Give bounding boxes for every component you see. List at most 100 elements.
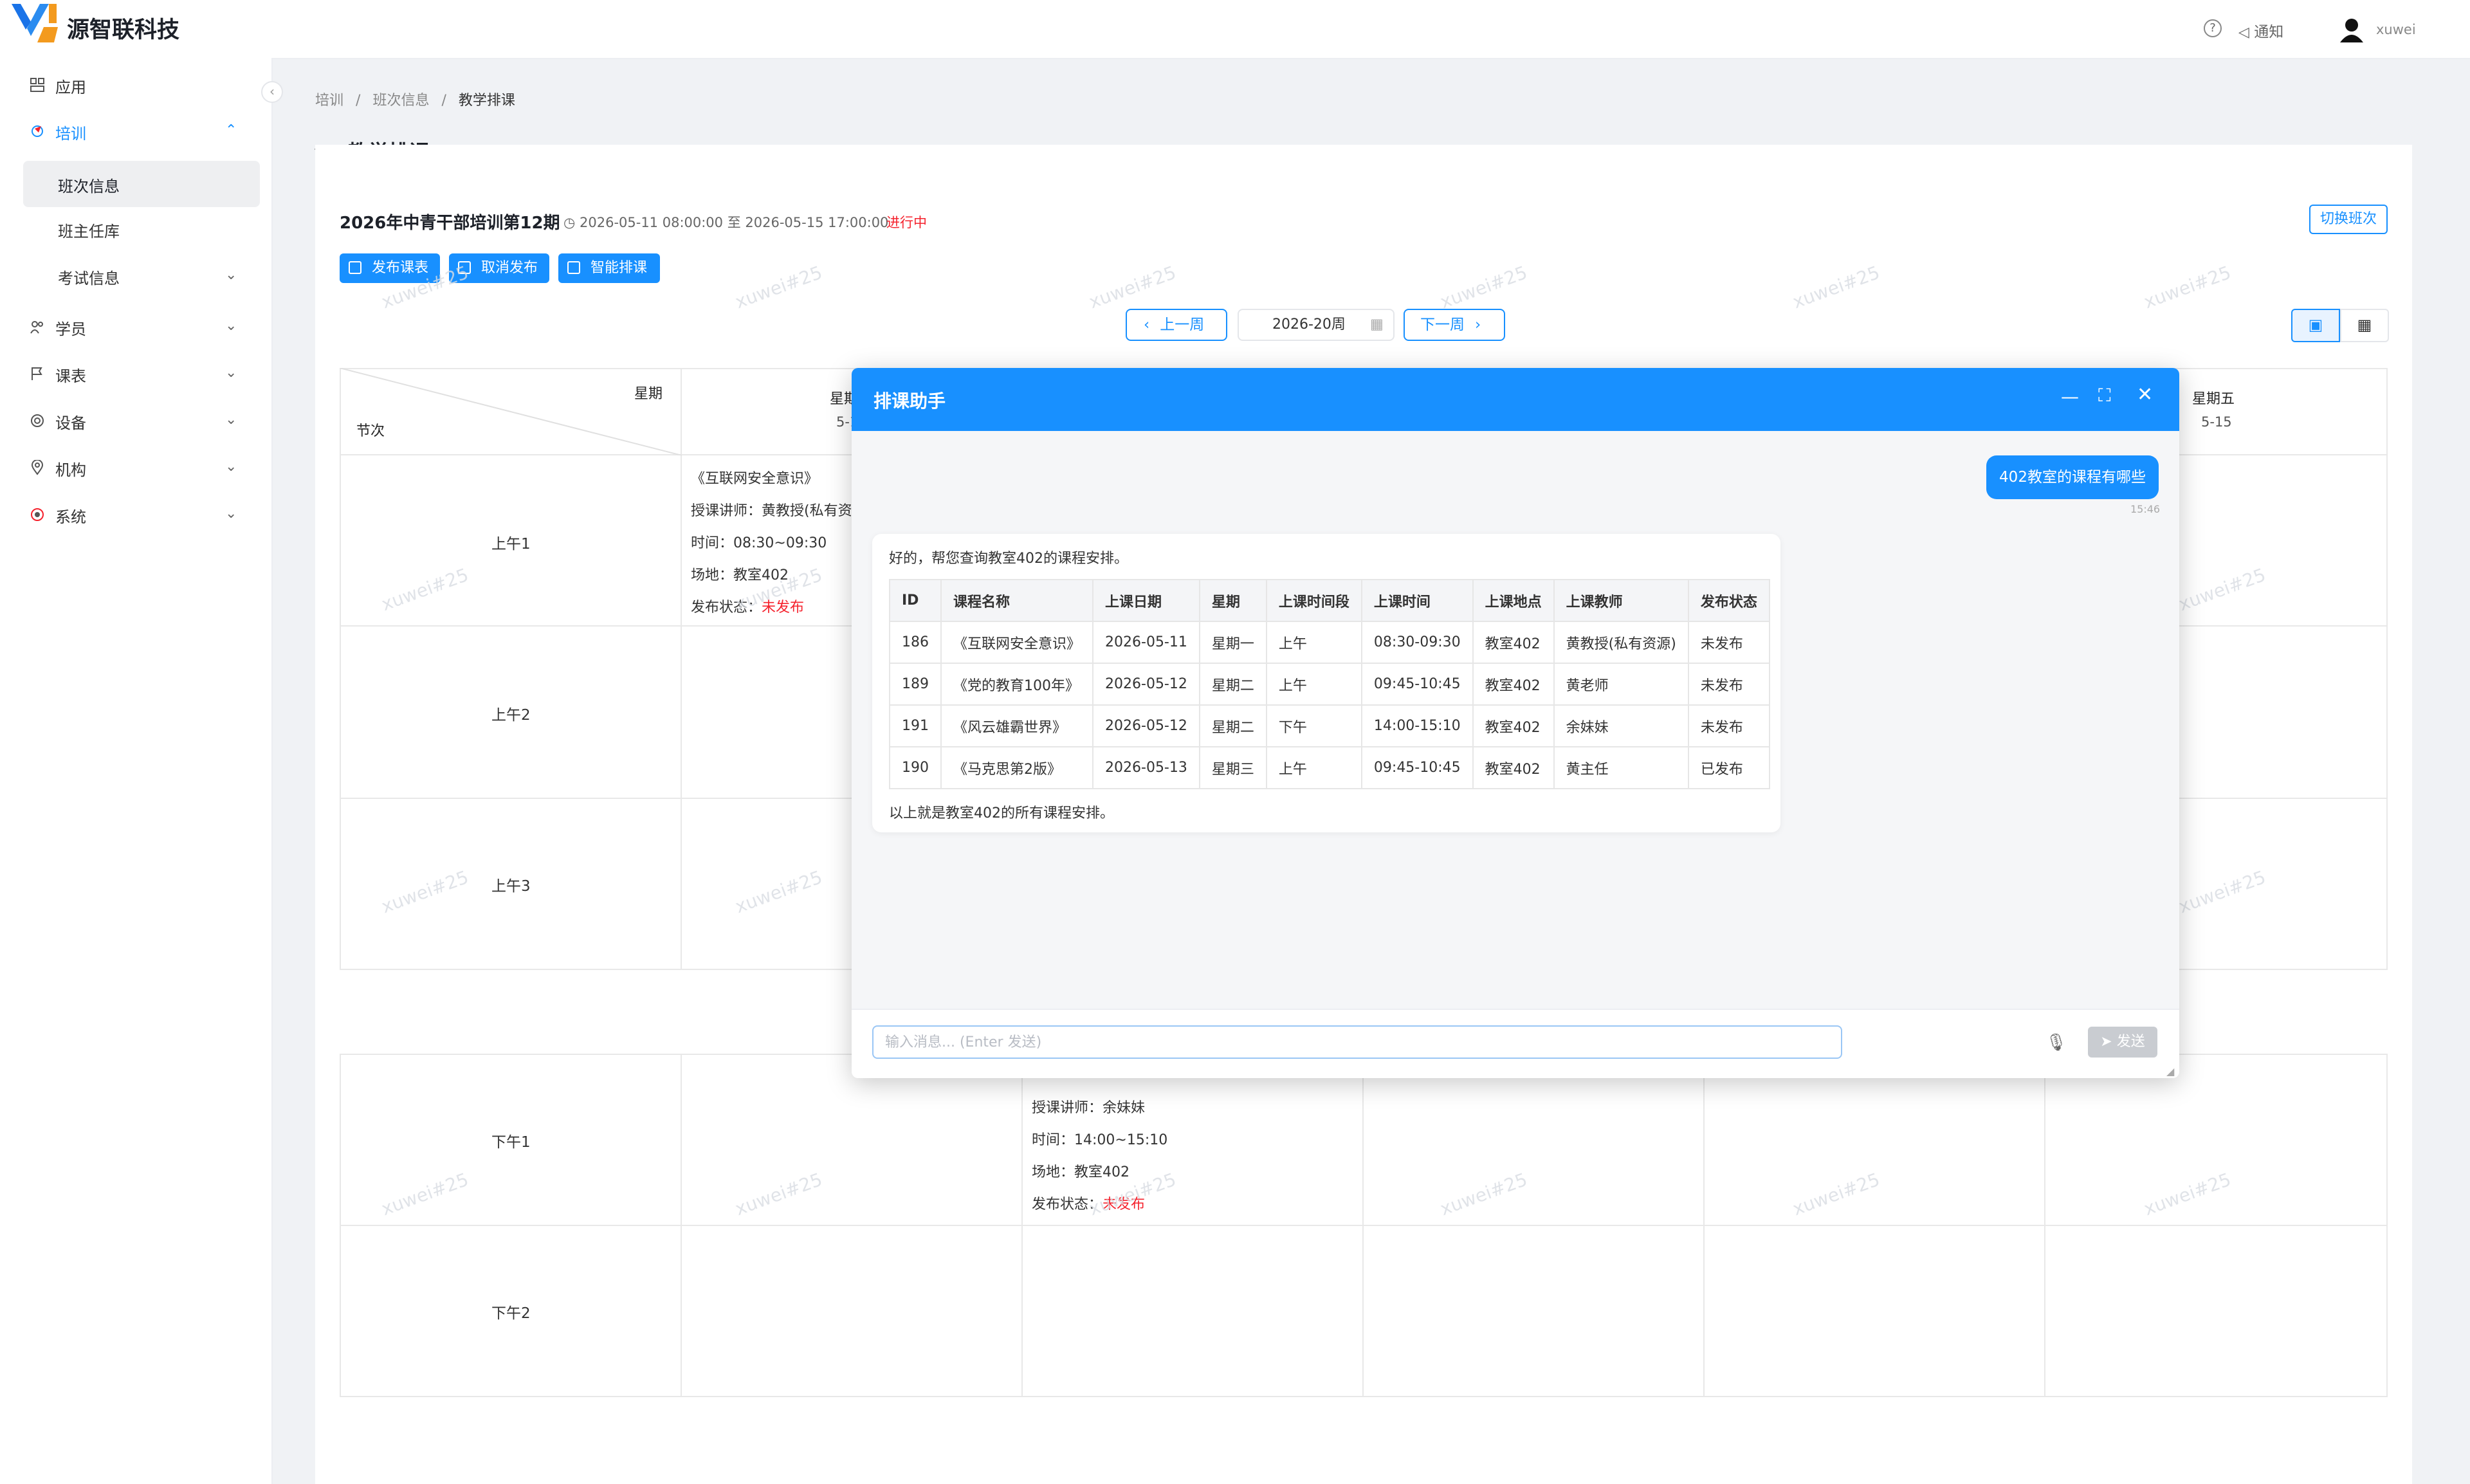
sidebar-item-label: 课表 (55, 367, 86, 385)
sidebar-item-label: 培训 (55, 125, 86, 143)
breadcrumb-current: 教学排课 (458, 93, 515, 109)
course-name: 《互联网安全意识》 (691, 471, 819, 487)
sidebar-item-students[interactable]: 学员 ⌄ (0, 304, 271, 350)
sidebar-item-training[interactable]: 培训 ⌃ (0, 108, 271, 154)
table-cell: 未发布 (1687, 704, 1770, 747)
unpublish-label: 取消发布 (481, 260, 538, 276)
column-header: ID (889, 579, 942, 622)
period-label: 上午2 (491, 707, 531, 724)
sidebar-item-class-info[interactable]: 班次信息 (23, 161, 260, 207)
bot-intro: 好的，帮您查询教室402的课程安排。 (889, 551, 1128, 567)
assistant-dialog: 排课助手 — ⛶ ✕ 402教室的课程有哪些 15:46 好的，帮您查询教室40… (852, 368, 2179, 1078)
table-row: 191 《风云雄霸世界》 2026-05-12 星期二 下午 14:00-15:… (889, 704, 1770, 747)
table-cell: 黄主任 (1553, 746, 1689, 789)
table-cell: 《风云雄霸世界》 (940, 704, 1094, 747)
chat-input[interactable] (872, 1025, 1842, 1059)
notify-button[interactable]: ◁ 通知 (2238, 19, 2283, 41)
collapse-sidebar-button[interactable]: ‹ (261, 81, 283, 103)
bot-message: 好的，帮您查询教室402的课程安排。 ID 课程名称 上课日期 星期 上课时间段… (872, 534, 1780, 832)
chevron-left-icon: ‹ (1144, 316, 1150, 333)
week-picker[interactable]: 2026-20周 ▦ (1238, 309, 1395, 341)
microphone-icon[interactable]: 🎙 (2045, 1033, 2067, 1052)
prev-week-label: 上一周 (1160, 316, 1205, 333)
card-view-toggle[interactable]: ▣ (2291, 309, 2340, 342)
course-teacher: 授课讲师：黄教授(私有资 (691, 503, 852, 519)
schedule-cell[interactable] (2045, 1055, 2388, 1226)
switch-class-button[interactable]: 切换班次 (2309, 205, 2388, 234)
send-button[interactable]: ➤ 发送 (2088, 1027, 2157, 1058)
chevron-down-icon: ⌄ (225, 459, 237, 475)
breadcrumb-item[interactable]: 班次信息 (372, 93, 429, 109)
schedule-cell[interactable]: ▸ 授课讲师：余妹妹 时间：14:00~15:10 场地：教室402 发布状态：… (1023, 1055, 1364, 1226)
table-cell: 下午 (1265, 704, 1362, 747)
class-time: ◷ 2026-05-11 08:00:00 至 2026-05-15 17:00… (563, 212, 888, 232)
table-cell: 上午 (1265, 621, 1362, 664)
table-cell: 未发布 (1687, 663, 1770, 706)
schedule-cell[interactable] (682, 1226, 1023, 1397)
schedule-cell[interactable] (1023, 1226, 1364, 1397)
period-label: 下午1 (491, 1134, 531, 1151)
table-row: 190 《马克思第2版》 2026-05-13 星期三 上午 09:45-10:… (889, 746, 1770, 789)
resize-handle[interactable]: ◢ (2166, 1065, 2174, 1077)
close-icon[interactable]: ✕ (2137, 383, 2153, 406)
sidebar-item-label: 班主任库 (58, 223, 120, 241)
table-cell: 黄教授(私有资源) (1553, 621, 1689, 664)
message-time: 15:46 (2130, 503, 2161, 515)
sidebar-item-headteacher[interactable]: 班主任库 (0, 206, 271, 252)
sidebar-menu: 应用 培训 ⌃ 班次信息 班主任库 考试信息 ⌄ 学员 ⌄ 课表 ⌄ 设备 ⌄ … (0, 0, 271, 1484)
schedule-cell[interactable] (2045, 1226, 2388, 1397)
table-cell: 星期二 (1198, 704, 1267, 747)
smart-schedule-button[interactable]: 智能排课 (558, 253, 660, 283)
location-icon (31, 460, 44, 475)
week-value: 2026-20周 (1272, 316, 1346, 333)
corner-weekday-label: 星期 (634, 386, 663, 402)
sidebar-item-label: 应用 (55, 78, 86, 96)
bot-outro: 以上就是教室402的所有课程安排。 (889, 805, 1114, 821)
table-cell: 星期二 (1198, 663, 1267, 706)
sidebar-item-system[interactable]: 系统 ⌄ (0, 491, 271, 538)
username[interactable]: xuwei (2376, 22, 2416, 37)
breadcrumb: 培训 / 班次信息 / 教学排课 (315, 93, 515, 109)
sidebar-item-label: 班次信息 (58, 178, 120, 196)
table-cell: 星期三 (1198, 746, 1267, 789)
maximize-icon[interactable]: ⛶ (2098, 385, 2111, 407)
table-cell: 14:00-15:10 (1360, 704, 1474, 747)
sidebar-item-app[interactable]: 应用 (0, 62, 271, 108)
sidebar-item-exam[interactable]: 考试信息 ⌄ (0, 253, 271, 299)
table-cell: 《党的教育100年》 (940, 663, 1094, 706)
avatar[interactable] (2339, 17, 2365, 42)
column-header: 上课时间段 (1265, 579, 1362, 622)
column-header: 课程名称 (940, 579, 1094, 622)
minimize-icon[interactable]: — (2061, 386, 2079, 407)
schedule-cell[interactable] (1364, 1226, 1705, 1397)
status-badge: 进行中 (886, 215, 927, 230)
training-icon (32, 125, 43, 137)
chat-input-bar: 🎙 ➤ 发送 ◢ (852, 1009, 2179, 1078)
sidebar-item-schedule[interactable]: 课表 ⌄ (0, 351, 271, 397)
prev-week-button[interactable]: ‹ 上一周 (1126, 309, 1227, 341)
period-label: 上午1 (491, 536, 531, 553)
period-label: 上午3 (491, 878, 531, 895)
table-cell: 09:45-10:45 (1360, 746, 1474, 789)
table-cell: 已发布 (1687, 746, 1770, 789)
next-week-button[interactable]: 下一周 › (1404, 309, 1505, 341)
table-cell: 2026-05-12 (1092, 704, 1200, 747)
course-teacher: 授课讲师：余妹妹 (1032, 1100, 1146, 1116)
table-cell: 09:45-10:45 (1360, 663, 1474, 706)
schedule-cell[interactable] (1705, 1055, 2045, 1226)
sidebar-item-org[interactable]: 机构 ⌄ (0, 444, 271, 491)
sidebar-item-devices[interactable]: 设备 ⌄ (0, 398, 271, 444)
help-icon[interactable]: ? (2204, 19, 2222, 37)
table-cell: 教室402 (1472, 704, 1555, 747)
table-cell: 教室402 (1472, 746, 1555, 789)
table-cell: 教室402 (1472, 621, 1555, 664)
schedule-cell[interactable] (1364, 1055, 1705, 1226)
period-cell: 下午2 (340, 1226, 682, 1397)
period-label: 下午2 (491, 1305, 531, 1322)
breadcrumb-item[interactable]: 培训 (315, 93, 343, 109)
schedule-cell[interactable] (1705, 1226, 2045, 1397)
period-cell: 上午3 (340, 799, 682, 970)
chevron-down-icon: ⌄ (225, 267, 237, 283)
table-view-toggle[interactable]: ▦ (2340, 309, 2389, 342)
table-cell: 上午 (1265, 663, 1362, 706)
